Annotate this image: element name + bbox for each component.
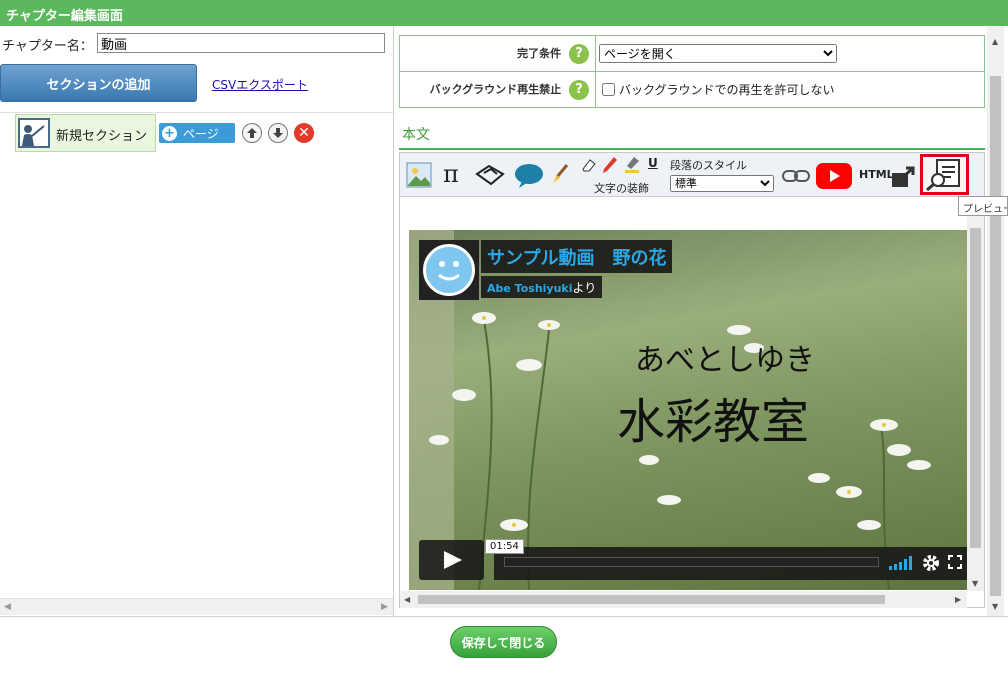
scroll-right-icon[interactable]: ▶ [955,595,961,604]
eraser-icon[interactable] [581,157,597,173]
fullscreen-icon[interactable] [948,555,962,569]
body-heading: 本文 [402,127,430,143]
video-controls [494,547,969,580]
completion-label-cell: 完了条件 ? [399,35,596,72]
play-icon [444,551,462,569]
video-byline-suffix: より [572,281,597,295]
scroll-left-icon[interactable]: ◀ [404,595,410,604]
video-headline-2: 水彩教室 [617,394,810,450]
divider [0,112,393,113]
save-and-close-button[interactable]: 保存して閉じる [450,626,557,658]
scroll-down-icon[interactable]: ▼ [972,579,978,588]
arrow-down-icon [273,128,283,138]
completion-select[interactable]: ページを開く [599,44,837,63]
editor-toolbar: π U 文字の装飾 段落のスタイル 標準 HTML [400,153,984,197]
page-vertical-scrollbar[interactable]: ▲ ▼ [987,26,1004,616]
chapter-name-input[interactable] [97,33,385,53]
scroll-up-icon[interactable]: ▲ [992,37,998,46]
paragraph-style-select[interactable]: 標準 [670,175,774,192]
video-title[interactable]: サンプル動画 野の花 [481,240,673,273]
left-horizontal-scrollbar[interactable]: ◀ ▶ [0,598,393,615]
background-row: バックグラウンド再生禁止 ? バックグラウンドでの再生を許可しない [399,71,985,108]
move-up-button[interactable] [242,123,262,143]
completion-value-cell: ページを開く [595,35,985,72]
add-page-button[interactable]: + ページ [159,123,235,143]
editor-content[interactable]: サンプル動画 野の花 Abe Toshiyukiより あべとしゆき 水彩教室 0… [400,198,984,591]
youtube-icon[interactable] [816,163,852,189]
scroll-thumb[interactable] [418,595,885,604]
add-page-label: ページ [183,126,219,141]
background-checkbox-label: バックグラウンドでの再生を許可しない [619,83,835,97]
speech-bubble-icon[interactable] [514,163,544,189]
link-icon[interactable] [782,169,810,183]
video-time-tooltip: 01:54 [485,539,524,554]
window-title: チャプター編集画面 [0,0,1008,26]
footer-bar: 保存して閉じる [0,616,1008,680]
editor-horizontal-scrollbar[interactable]: ◀ ▶ [400,591,967,608]
help-icon[interactable]: ? [569,79,589,100]
video-headline-1: あべとしゆき [635,343,815,378]
background-label: バックグラウンド再生禁止 [429,82,562,96]
background-value-cell: バックグラウンドでの再生を許可しない [595,71,985,108]
video-byline: Abe Toshiyukiより [481,276,603,298]
delete-section-button[interactable]: ✕ [294,123,314,143]
pi-icon[interactable]: π [443,160,459,188]
heading-underline [399,148,985,150]
progress-bar[interactable] [504,557,879,567]
section-label: 新規セクション [56,129,148,144]
video-author[interactable]: Abe Toshiyuki [487,282,573,295]
highlighter-icon[interactable] [624,156,640,174]
eraser-shape-icon[interactable] [475,164,505,186]
scroll-right-icon[interactable]: ▶ [381,602,388,612]
background-label-cell: バックグラウンド再生禁止 ? [399,71,596,108]
page-editor-panel: 完了条件 ? ページを開く バックグラウンド再生禁止 ? バックグラウンドでの再… [399,26,1008,616]
editor-vertical-scrollbar[interactable]: ▲ ▼ [967,198,984,591]
chapter-tree-panel: チャプター名： セクションの追加 CSVエクスポート 新規セクション + ページ… [0,26,394,616]
scroll-left-icon[interactable]: ◀ [4,602,11,612]
red-pen-icon[interactable] [602,156,618,174]
volume-icon[interactable] [889,556,915,570]
add-section-button[interactable]: セクションの追加 [0,64,197,102]
section-node[interactable]: 新規セクション [15,114,156,152]
scroll-thumb[interactable] [990,76,1001,596]
embed-icon[interactable] [891,165,917,189]
close-icon: ✕ [298,125,310,141]
gear-icon[interactable] [922,554,940,572]
completion-row: 完了条件 ? ページを開く [399,35,985,72]
smiley-icon [423,244,475,296]
play-button[interactable] [419,540,484,580]
completion-label: 完了条件 [517,46,562,60]
paragraph-style-label: 段落のスタイル [670,159,747,172]
arrow-up-icon [247,128,257,138]
video-player[interactable]: サンプル動画 野の花 Abe Toshiyukiより あべとしゆき 水彩教室 0… [409,230,969,590]
preview-button[interactable] [920,154,969,195]
move-down-button[interactable] [268,123,288,143]
scroll-down-icon[interactable]: ▼ [992,602,998,611]
underline-icon[interactable]: U [648,156,658,170]
chapter-name-label: チャプター名： [2,39,93,54]
channel-avatar[interactable] [419,240,479,300]
help-icon[interactable]: ? [569,43,589,64]
rich-text-editor: π U 文字の装飾 段落のスタイル 標準 HTML サンプル動画 野の花 Abe… [399,152,985,608]
background-checkbox[interactable] [602,83,615,96]
image-icon[interactable] [406,162,432,188]
plus-icon: + [162,125,177,141]
scroll-thumb[interactable] [970,228,981,548]
background-checkbox-wrap[interactable]: バックグラウンドでの再生を許可しない [602,81,984,98]
brush-icon[interactable] [551,163,571,185]
html-button[interactable]: HTML [859,168,894,181]
csv-export-link[interactable]: CSVエクスポート [212,76,308,93]
settings-table: 完了条件 ? ページを開く バックグラウンド再生禁止 ? バックグラウンドでの再… [399,35,985,108]
teacher-icon [18,118,50,148]
preview-tooltip: プレビュー [958,196,1008,216]
preview-icon [926,159,960,192]
text-decoration-label: 文字の装飾 [594,182,649,195]
